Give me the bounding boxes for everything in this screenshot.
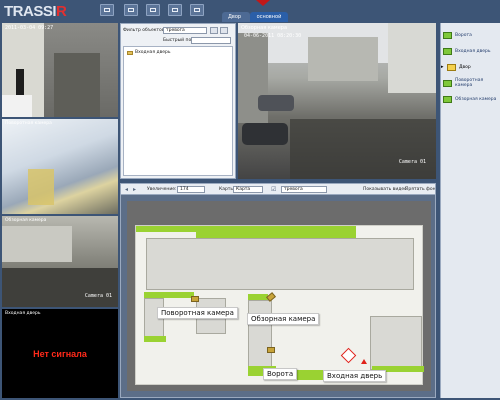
camera-2-label: Поворотная камера [5,121,52,126]
top-toolbar: TRASSIR Двор основной [0,0,500,22]
selected-arrow-icon: ▸ [441,64,444,70]
hide-background-toggle[interactable]: Прятать фон [405,187,435,192]
map-label-door[interactable]: Входная дверь [323,370,387,382]
zoom-select[interactable]: 174 [177,186,205,193]
door-icon [443,47,452,55]
layout-grid-icon[interactable] [146,4,160,16]
zoom-label: Увеличение: [147,187,177,192]
show-video-toggle[interactable]: Показывать видео [363,187,407,192]
floor-map: Поворотная камера Обзорная камера Ворота… [127,201,431,391]
camera-icon [443,95,452,103]
main-camera-view[interactable]: Обзорная камера 04-06-2011 08:20:30 Came… [238,23,436,179]
filter-select[interactable]: тревога [163,27,207,34]
camera-1-timestamp: 2011-03-04 09:27 [5,25,54,31]
sidebar-item-door[interactable]: Входная дверь [443,43,499,59]
search-input[interactable] [191,37,231,44]
alarm-triangle-icon [361,359,367,364]
gate-camera-marker-icon[interactable] [267,347,275,353]
monitor-icon[interactable] [168,4,182,16]
no-signal-text: Нет сигнала [33,349,87,359]
map-label-ptz-camera[interactable]: Поворотная камера [157,307,238,319]
alarm-indicator-icon [256,0,270,6]
trassir-logo: TRASSIR [4,3,67,20]
folder-icon [447,63,456,71]
tab-main[interactable]: основной [250,12,288,22]
map-room-main [146,238,414,290]
ptz-camera-marker-icon[interactable] [191,296,199,302]
main-camera-timestamp: 04-06-2011 08:20:30 [244,33,302,39]
gate-icon [443,31,452,39]
main-camera-name: Camera 01 [398,159,426,165]
camera-view-2[interactable]: Поворотная камера [2,119,118,214]
map-filter-icon[interactable]: ☑ [271,187,276,193]
layout-single-icon[interactable] [100,4,114,16]
filter-clear-button[interactable] [220,27,228,34]
sidebar-item-gate[interactable]: Ворота [443,27,499,43]
camera-icon [443,79,452,87]
tree-item-door[interactable]: Входная дверь [127,50,171,55]
map-label-overview-camera[interactable]: Обзорная камера [247,313,320,325]
object-tree-panel: Фильтр объектов: тревога Быстрый поиск: … [120,23,236,179]
sidebar-item-yard[interactable]: ▸ Двор [441,59,499,75]
camera-3-label: Обзорная камера [5,218,47,223]
camera-view-3[interactable]: Обзорная камера Camera 01 [2,216,118,307]
layout-quad-icon[interactable] [124,4,138,16]
maps-select[interactable]: Карта [233,186,263,193]
map-objects-sidebar: Ворота Входная дверь ▸ Двор Поворотная к… [440,23,500,398]
sidebar-item-overview-camera[interactable]: Обзорная камера [443,91,499,107]
sidebar-item-ptz-camera[interactable]: Поворотная камера [443,75,499,91]
camera-4-label: Входная дверь [5,311,41,316]
filter-apply-button[interactable] [210,27,218,34]
alarm-select[interactable]: тревога [281,186,327,193]
map-label-gate[interactable]: Ворота [263,368,298,380]
door-icon [127,50,133,55]
main-camera-label: Обзорная камера [241,25,288,31]
tab-dvor[interactable]: Двор [222,12,250,22]
back-arrow-icon[interactable]: ◂ [125,187,128,193]
object-tree: Входная дверь [123,46,233,176]
camera-view-1[interactable]: 2011-03-04 09:27 [2,23,118,117]
forward-arrow-icon[interactable]: ▸ [133,187,136,193]
map-toolbar: ◂ ▸ Увеличение: 174 Карты: Карта ☑ трево… [121,184,435,195]
filter-label: Фильтр объектов: [123,28,166,33]
camera-view-4[interactable]: Входная дверь Нет сигнала [2,309,118,398]
layout-menu-icon[interactable] [190,4,204,16]
map-zone-green [196,226,356,238]
map-floor-plan [135,225,424,385]
map-panel: ◂ ▸ Увеличение: 174 Карты: Карта ☑ трево… [120,183,436,398]
camera-3-name: Camera 01 [84,293,112,299]
